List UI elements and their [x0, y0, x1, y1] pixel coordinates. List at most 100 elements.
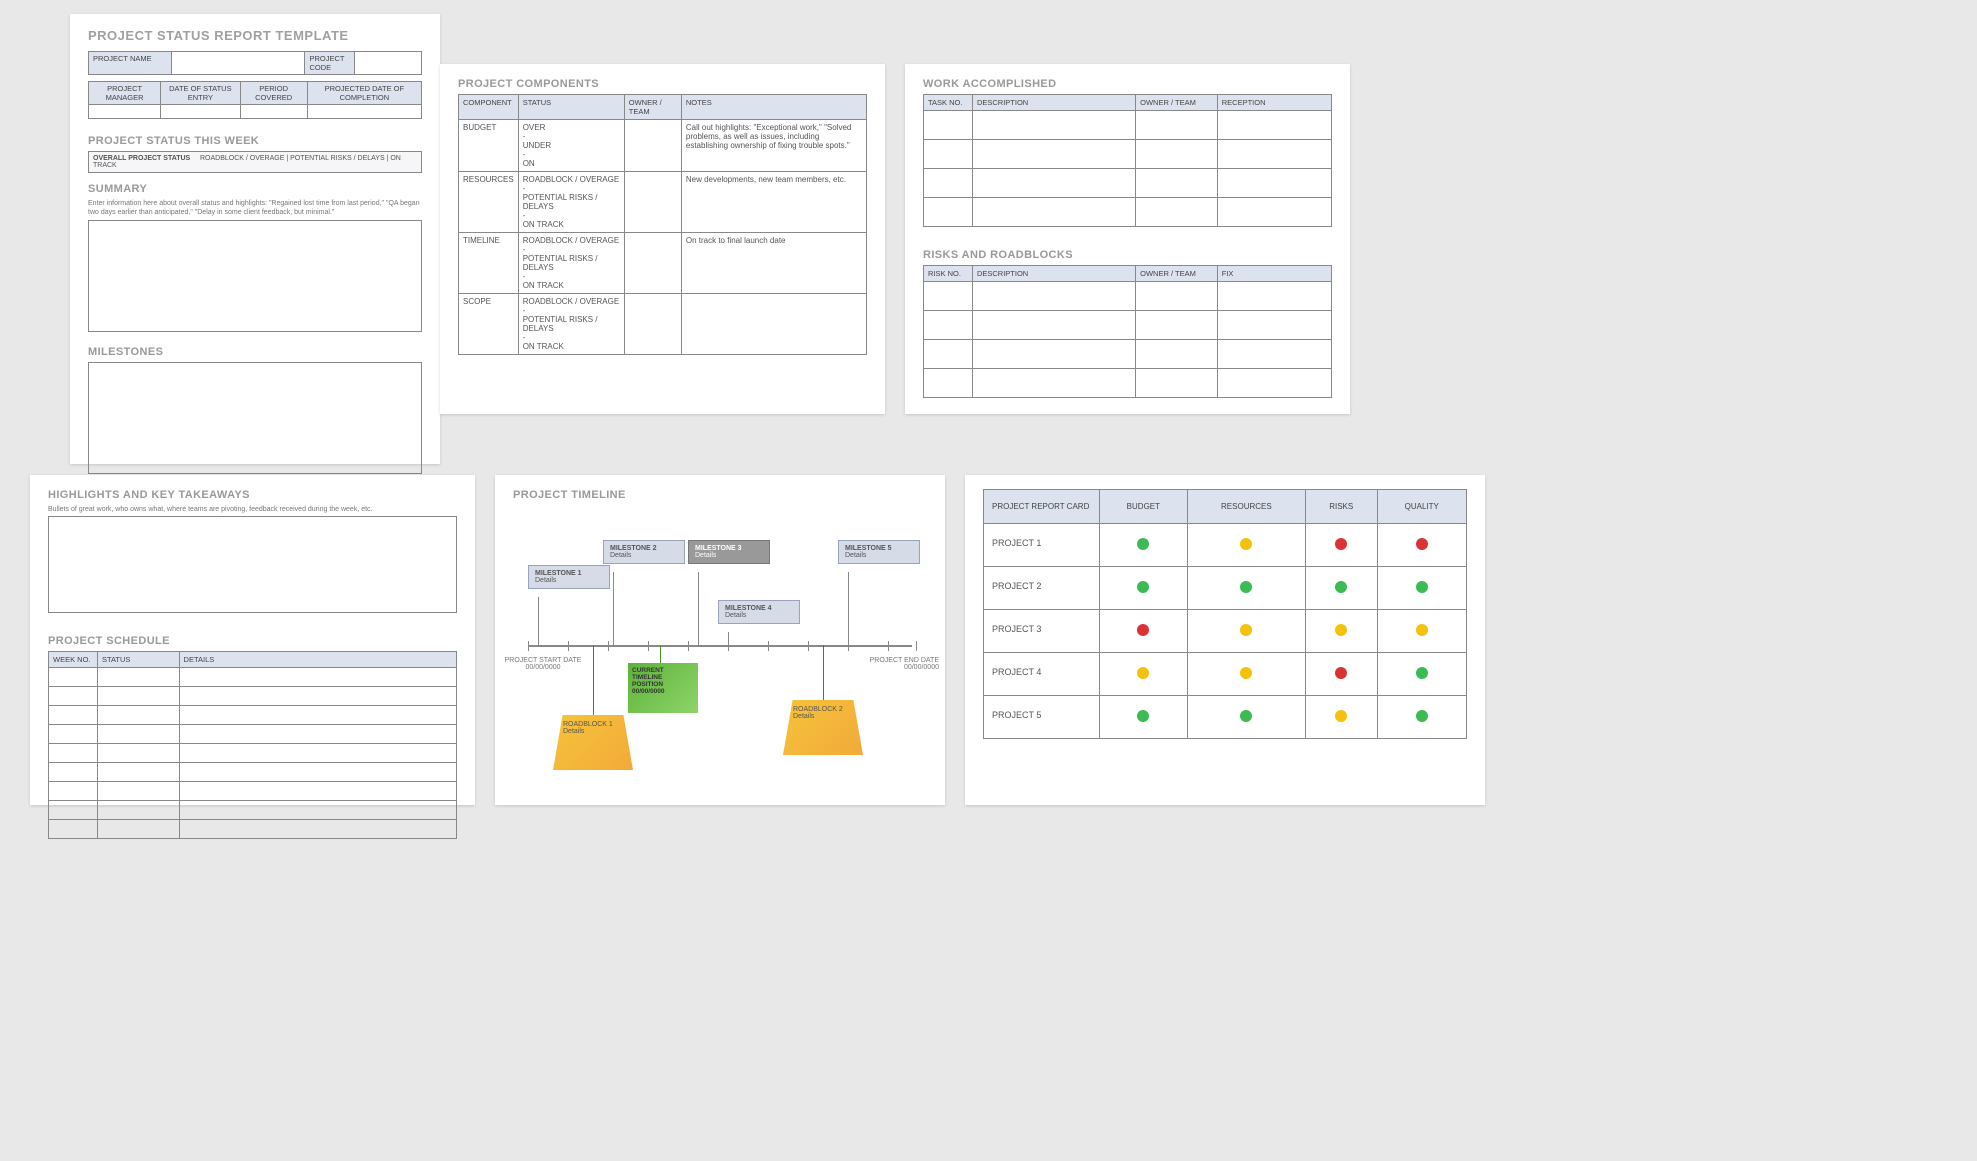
highlights-box[interactable] — [48, 516, 457, 613]
cell[interactable] — [1136, 311, 1218, 340]
cell[interactable] — [1136, 282, 1218, 311]
status-cell — [1187, 653, 1305, 696]
hdr-project-code: PROJECT CODE — [305, 52, 355, 75]
schedule-table: WEEK NO. STATUS DETAILS — [48, 651, 457, 839]
cell[interactable] — [49, 820, 98, 839]
cell[interactable] — [97, 782, 179, 801]
cell[interactable] — [97, 668, 179, 687]
cell[interactable] — [1217, 282, 1331, 311]
cell[interactable] — [49, 801, 98, 820]
cell[interactable] — [1136, 340, 1218, 369]
cell[interactable] — [89, 105, 161, 119]
cell[interactable] — [1136, 369, 1218, 398]
cell[interactable] — [1136, 140, 1218, 169]
cell[interactable] — [972, 311, 1135, 340]
cell[interactable] — [1217, 369, 1331, 398]
component-status: OVER - UNDER - ON — [518, 120, 624, 172]
cell[interactable] — [179, 782, 456, 801]
cell[interactable] — [972, 282, 1135, 311]
status-cell — [1099, 524, 1187, 567]
component-owner[interactable] — [624, 172, 681, 233]
cell[interactable] — [97, 820, 179, 839]
cell[interactable] — [179, 706, 456, 725]
cell[interactable] — [179, 687, 456, 706]
cell[interactable] — [49, 744, 98, 763]
status-cell — [1305, 567, 1377, 610]
cell[interactable] — [924, 340, 973, 369]
cell[interactable] — [307, 105, 421, 119]
cell[interactable] — [1217, 311, 1331, 340]
cell[interactable] — [924, 311, 973, 340]
status-cell — [1377, 567, 1466, 610]
cell[interactable] — [179, 725, 456, 744]
summary-box[interactable] — [88, 220, 422, 332]
cell[interactable] — [240, 105, 307, 119]
cell[interactable] — [179, 668, 456, 687]
cell[interactable] — [972, 369, 1135, 398]
cell[interactable] — [49, 687, 98, 706]
cell[interactable] — [172, 52, 305, 75]
cell[interactable] — [1136, 198, 1218, 227]
cell[interactable] — [924, 369, 973, 398]
cell[interactable] — [1217, 140, 1331, 169]
status-dot-icon — [1416, 667, 1428, 679]
cell[interactable] — [355, 52, 422, 75]
cell[interactable] — [1217, 340, 1331, 369]
status-dot-icon — [1335, 667, 1347, 679]
col-status: STATUS — [97, 652, 179, 668]
cell[interactable] — [972, 169, 1135, 198]
component-owner[interactable] — [624, 233, 681, 294]
cell[interactable] — [97, 801, 179, 820]
cell[interactable] — [49, 668, 98, 687]
highlights-hint: Bullets of great work, who owns what, wh… — [48, 505, 457, 514]
cell[interactable] — [179, 801, 456, 820]
cell[interactable] — [1136, 169, 1218, 198]
status-cell — [1187, 524, 1305, 567]
cell[interactable] — [972, 340, 1135, 369]
cell[interactable] — [49, 763, 98, 782]
cell[interactable] — [1136, 111, 1218, 140]
components-table: COMPONENT STATUS OWNER / TEAM NOTES BUDG… — [458, 94, 867, 355]
cell[interactable] — [179, 820, 456, 839]
cell[interactable] — [1217, 111, 1331, 140]
cell[interactable] — [924, 169, 973, 198]
cell[interactable] — [49, 725, 98, 744]
cell[interactable] — [179, 744, 456, 763]
cell[interactable] — [972, 140, 1135, 169]
status-cell — [1305, 653, 1377, 696]
work-table: TASK NO. DESCRIPTION OWNER / TEAM RECEPT… — [923, 94, 1332, 227]
cell[interactable] — [924, 198, 973, 227]
component-owner[interactable] — [624, 294, 681, 355]
milestones-box[interactable] — [88, 362, 422, 474]
cell[interactable] — [972, 111, 1135, 140]
status-dot-icon — [1137, 581, 1149, 593]
col-notes: NOTES — [681, 95, 866, 120]
col-risks: RISKS — [1305, 490, 1377, 524]
cell[interactable] — [97, 706, 179, 725]
cell[interactable] — [161, 105, 240, 119]
cell[interactable] — [972, 198, 1135, 227]
cell[interactable] — [97, 744, 179, 763]
milestone-4: MILESTONE 4Details — [718, 600, 800, 624]
cell[interactable] — [97, 687, 179, 706]
status-dot-icon — [1240, 581, 1252, 593]
cell[interactable] — [924, 111, 973, 140]
status-dot-icon — [1335, 624, 1347, 636]
cell[interactable] — [97, 763, 179, 782]
cell[interactable] — [97, 725, 179, 744]
cell[interactable] — [49, 782, 98, 801]
status-cell — [1187, 610, 1305, 653]
hdr-pd: PROJECTED DATE OF COMPLETION — [307, 82, 421, 105]
cell[interactable] — [179, 763, 456, 782]
cell[interactable] — [1217, 169, 1331, 198]
cell[interactable] — [924, 282, 973, 311]
cell[interactable] — [49, 706, 98, 725]
report-card-table: PROJECT REPORT CARD BUDGET RESOURCES RIS… — [983, 489, 1467, 739]
component-notes: New developments, new team members, etc. — [681, 172, 866, 233]
status-cell — [1099, 610, 1187, 653]
schedule-title: PROJECT SCHEDULE — [48, 635, 457, 647]
component-owner[interactable] — [624, 120, 681, 172]
page-report-card: PROJECT REPORT CARD BUDGET RESOURCES RIS… — [965, 475, 1485, 805]
cell[interactable] — [1217, 198, 1331, 227]
cell[interactable] — [924, 140, 973, 169]
